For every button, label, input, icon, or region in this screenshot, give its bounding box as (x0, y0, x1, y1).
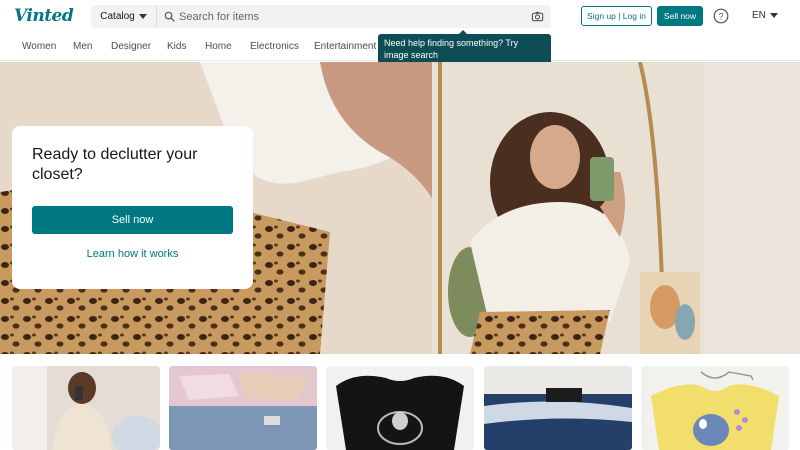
product-tile[interactable] (641, 366, 789, 450)
nav-item-kids[interactable]: Kids (167, 41, 186, 52)
top-header: Vinted Catalog Sign up | Log in Sell now… (0, 0, 800, 33)
product-tile[interactable] (12, 366, 160, 450)
nav-item-home[interactable]: Home (205, 41, 232, 52)
hero-sell-now-button[interactable]: Sell now (32, 206, 233, 234)
hero-card: Ready to declutter your closet? Sell now… (12, 126, 253, 289)
search-icon (164, 11, 175, 22)
product-tile[interactable] (169, 366, 317, 450)
hero-title: Ready to declutter your closet? (32, 146, 198, 183)
chevron-down-icon (138, 14, 147, 19)
product-photo-black-top (326, 366, 474, 450)
nav-item-men[interactable]: Men (73, 41, 92, 52)
camera-icon[interactable] (531, 10, 544, 23)
catalog-label: Catalog (100, 11, 135, 22)
nav-item-women[interactable]: Women (22, 41, 56, 52)
help-icon[interactable]: ? (713, 8, 729, 24)
product-photo-denim-shorts-pink (169, 366, 317, 450)
hero-banner: Ready to declutter your closet? Sell now… (0, 62, 800, 354)
vinted-logo[interactable]: Vinted (14, 6, 74, 26)
language-label: EN (752, 10, 766, 21)
sell-now-header-button[interactable]: Sell now (657, 6, 703, 26)
search-input[interactable] (179, 5, 519, 28)
product-photo-cardigan (12, 366, 160, 450)
product-photo-yellow-tshirt (641, 366, 789, 450)
search-bar: Catalog (91, 5, 551, 28)
nav-item-electronics[interactable]: Electronics (250, 41, 299, 52)
product-tile[interactable] (326, 366, 474, 450)
chevron-down-icon (769, 13, 778, 18)
nav-item-designer[interactable]: Designer (111, 41, 151, 52)
signup-login-button[interactable]: Sign up | Log in (581, 6, 652, 26)
product-photo-denim-shorts-blue (484, 366, 632, 450)
language-selector[interactable]: EN (752, 10, 778, 21)
product-grid (0, 354, 800, 450)
product-tile[interactable] (484, 366, 632, 450)
catalog-dropdown[interactable]: Catalog (91, 5, 157, 28)
nav-item-entertainment[interactable]: Entertainment (314, 41, 376, 52)
learn-how-it-works-link[interactable]: Learn how it works (32, 248, 233, 260)
svg-text:?: ? (718, 12, 723, 22)
